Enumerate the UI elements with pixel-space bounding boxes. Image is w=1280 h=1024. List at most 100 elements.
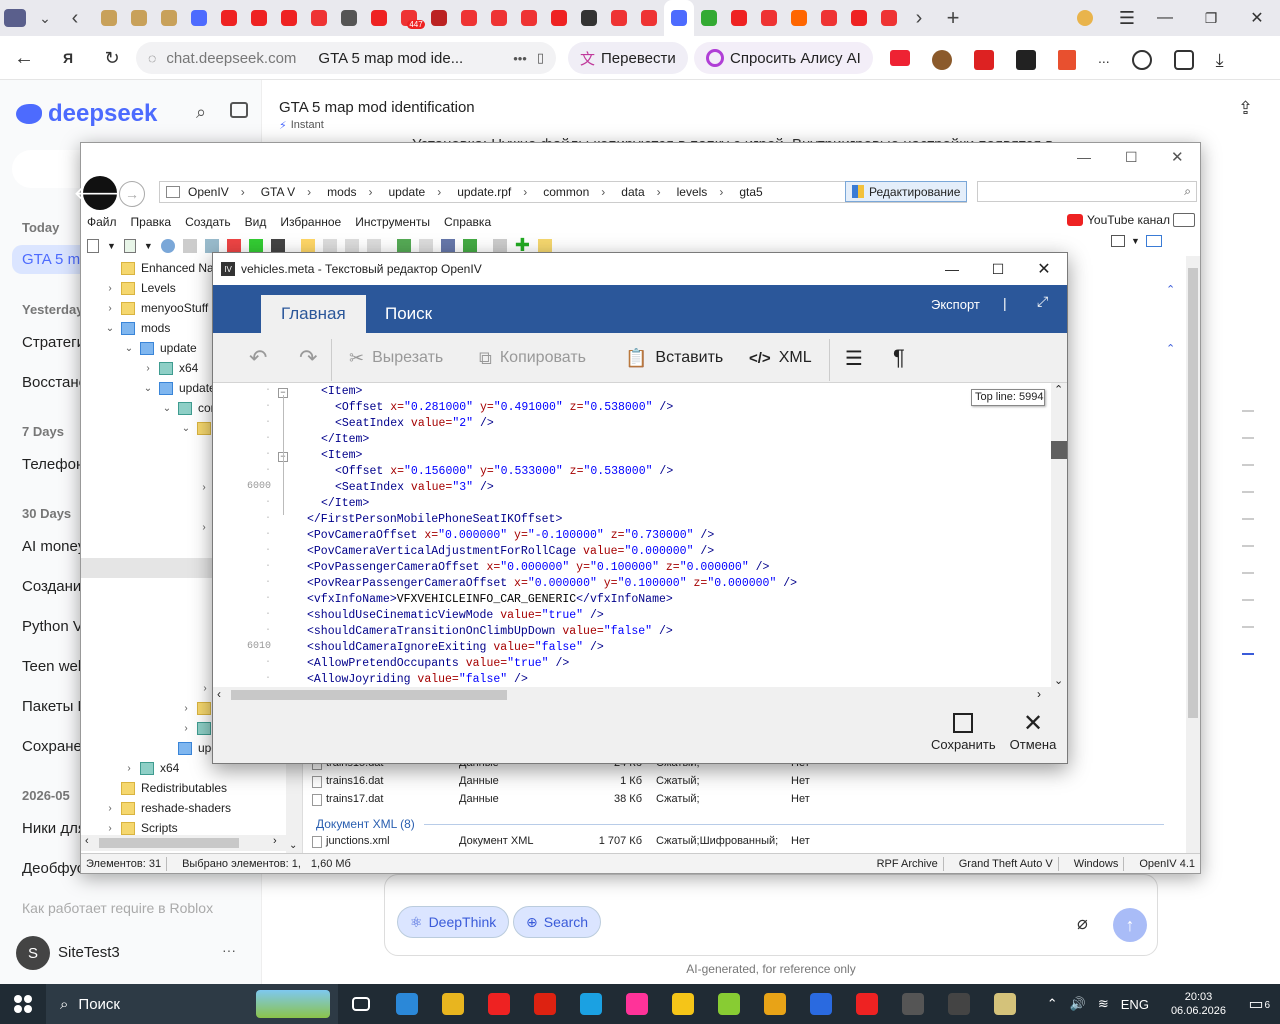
menu-item[interactable]: Создать — [185, 215, 237, 229]
yandex-browser-taskbar-button[interactable] — [844, 984, 890, 1024]
code-line[interactable]: · − <Item> — [213, 385, 1051, 401]
tabs-menu-icon[interactable] — [0, 0, 30, 36]
back-icon[interactable]: ← — [12, 46, 36, 70]
translate-button[interactable]: 文 Перевести — [568, 42, 688, 74]
yandex-taskbar-button[interactable] — [476, 984, 522, 1024]
lock-app-taskbar-button[interactable] — [752, 984, 798, 1024]
deepseek-logo[interactable]: deepseek — [16, 100, 157, 128]
add-file-icon[interactable] — [123, 238, 136, 253]
table-row[interactable]: junctions.xml Документ XML 1 707 Кб Сжатый;… — [306, 833, 1186, 851]
code-editor[interactable]: · − <Item> · <Offset x="0.281000" y="0.49100… — [213, 383, 1051, 687]
extension-icon[interactable] — [932, 50, 952, 70]
openiv-back-button[interactable]: 🡐 — [73, 176, 127, 210]
redo-button[interactable]: ↷ — [299, 345, 317, 371]
editor-maximize-icon[interactable]: ☐ — [975, 261, 1021, 278]
tree-node[interactable]: Redistributables — [105, 778, 227, 798]
tree-expand-icon[interactable]: ⌄ — [162, 403, 172, 414]
menu-item[interactable]: Вид — [245, 215, 273, 229]
tab-favicon[interactable]: 447 — [394, 0, 425, 36]
code-line[interactable]: 6000 <SeatIndex value="3" /> — [213, 481, 1051, 497]
code-hscroll[interactable]: ‹ › — [213, 687, 1051, 703]
tool-icon[interactable] — [366, 238, 381, 253]
code-line[interactable]: · <PovRearPassengerCameraOffset x="0.0000… — [213, 577, 1051, 593]
tray-chevron-icon[interactable]: ⌃ — [1047, 996, 1058, 1012]
breadcrumb-item[interactable]: common — [535, 185, 613, 199]
tree-expand-icon[interactable]: › — [143, 363, 153, 374]
user-more-icon[interactable]: ··· — [222, 942, 236, 958]
tab-favicon[interactable] — [274, 0, 304, 36]
extension-icon[interactable] — [1058, 50, 1076, 70]
dropdown-icon[interactable]: ▼ — [144, 241, 153, 251]
tree-expand-icon[interactable]: ⌄ — [181, 423, 191, 434]
tool-icon[interactable] — [396, 238, 411, 253]
code-line[interactable]: · <AllowJoyriding value="false" /> — [213, 673, 1051, 687]
tree-expand-icon[interactable]: ⌄ — [105, 323, 115, 334]
volume-icon[interactable]: 🔊 — [1070, 996, 1086, 1012]
new-folder-icon[interactable] — [537, 239, 552, 252]
extension-icon[interactable] — [1016, 50, 1036, 70]
collapse-icon[interactable]: ⌃ — [1166, 342, 1175, 355]
edge-taskbar-button[interactable] — [568, 984, 614, 1024]
breadcrumb-item[interactable]: update — [381, 185, 450, 199]
tree-expand-icon[interactable]: › — [200, 683, 210, 694]
scroll-tabs-right-icon[interactable]: › — [904, 0, 934, 36]
notifications-button[interactable]: ▭ 6 — [1238, 994, 1274, 1014]
tab-favicon[interactable] — [304, 0, 334, 36]
opera-taskbar-button[interactable] — [522, 984, 568, 1024]
tab-favicon[interactable] — [514, 0, 544, 36]
menu-item[interactable]: Инструменты — [355, 215, 436, 229]
code-line[interactable]: · <PovCameraOffset x="0.000000" y="-0.100… — [213, 529, 1051, 545]
sidebar-toggle-icon[interactable] — [230, 102, 248, 118]
new-tab-icon[interactable]: + — [938, 0, 968, 36]
deepthink-button[interactable]: ⚛ DeepThink — [397, 906, 510, 938]
openiv-close-icon[interactable]: ✕ — [1171, 148, 1184, 166]
history-item[interactable]: Деобфус — [22, 860, 84, 877]
code-line[interactable]: · <Offset x="0.281000" y="0.491000" z="0.… — [213, 401, 1051, 417]
tool-icon[interactable] — [204, 238, 219, 253]
tool-icon[interactable] — [462, 238, 477, 253]
send-button[interactable]: ↑ — [1113, 908, 1147, 942]
openiv-forward-button[interactable]: → — [119, 181, 145, 207]
tab-favicon[interactable] — [634, 0, 664, 36]
breadcrumb-item[interactable]: GTA V — [253, 185, 319, 199]
clock[interactable]: 20:03 06.06.2026 — [1171, 990, 1226, 1018]
dropdown-icon[interactable]: ▼ — [1131, 236, 1140, 246]
tab-favicon[interactable] — [844, 0, 874, 36]
tab-favicon[interactable] — [484, 0, 514, 36]
code-line[interactable]: · </FirstPersonMobilePhoneSeatIKOffset> — [213, 513, 1051, 529]
play-icon[interactable] — [248, 238, 263, 253]
chrome-taskbar-button[interactable] — [430, 984, 476, 1024]
tree-node[interactable]: ⌄ mods — [105, 318, 171, 338]
tool-icon[interactable] — [226, 238, 241, 253]
search-button[interactable]: ⊕ Search — [513, 906, 602, 938]
tab-favicon[interactable] — [814, 0, 844, 36]
code-line[interactable]: · </Item> — [213, 497, 1051, 513]
copy-button[interactable]: ⧉ Копировать — [479, 345, 586, 371]
tree-expand-icon[interactable]: › — [199, 522, 209, 533]
editor-close-icon[interactable]: ✕ — [1021, 259, 1067, 279]
collections-icon[interactable] — [1173, 50, 1194, 70]
tree-expand-icon[interactable]: › — [105, 803, 115, 814]
extension-icon[interactable] — [974, 50, 994, 70]
tab-search[interactable]: Поиск — [365, 295, 452, 333]
history-item[interactable]: Ники для — [22, 820, 86, 837]
new-file-icon[interactable] — [87, 238, 99, 253]
menu-item[interactable]: Справка — [444, 215, 497, 229]
tool-icon[interactable] — [270, 238, 285, 253]
taskbar-search[interactable]: ⌕ Поиск — [46, 984, 338, 1024]
profile-icon[interactable] — [1070, 0, 1100, 36]
tab-favicon[interactable] — [364, 0, 394, 36]
tree-node[interactable]: ⌄ — [181, 418, 211, 438]
tab-favicon[interactable] — [664, 0, 694, 36]
tree-expand-icon[interactable]: › — [105, 303, 115, 314]
site-info-icon[interactable]: ◌ — [148, 50, 156, 66]
tab-favicon[interactable] — [694, 0, 724, 36]
tree-expand-icon[interactable]: › — [105, 283, 115, 294]
tree-expand-icon[interactable]: ⌄ — [143, 383, 153, 394]
tree-node[interactable]: ⌄ update — [124, 338, 197, 358]
cancel-button[interactable]: ✕ Отмена — [1005, 712, 1061, 753]
tool-icon[interactable] — [440, 238, 455, 253]
tool-icon[interactable] — [322, 238, 337, 253]
expand-icon[interactable]: ⤢ — [1037, 293, 1048, 310]
avatar[interactable]: S — [16, 936, 50, 970]
